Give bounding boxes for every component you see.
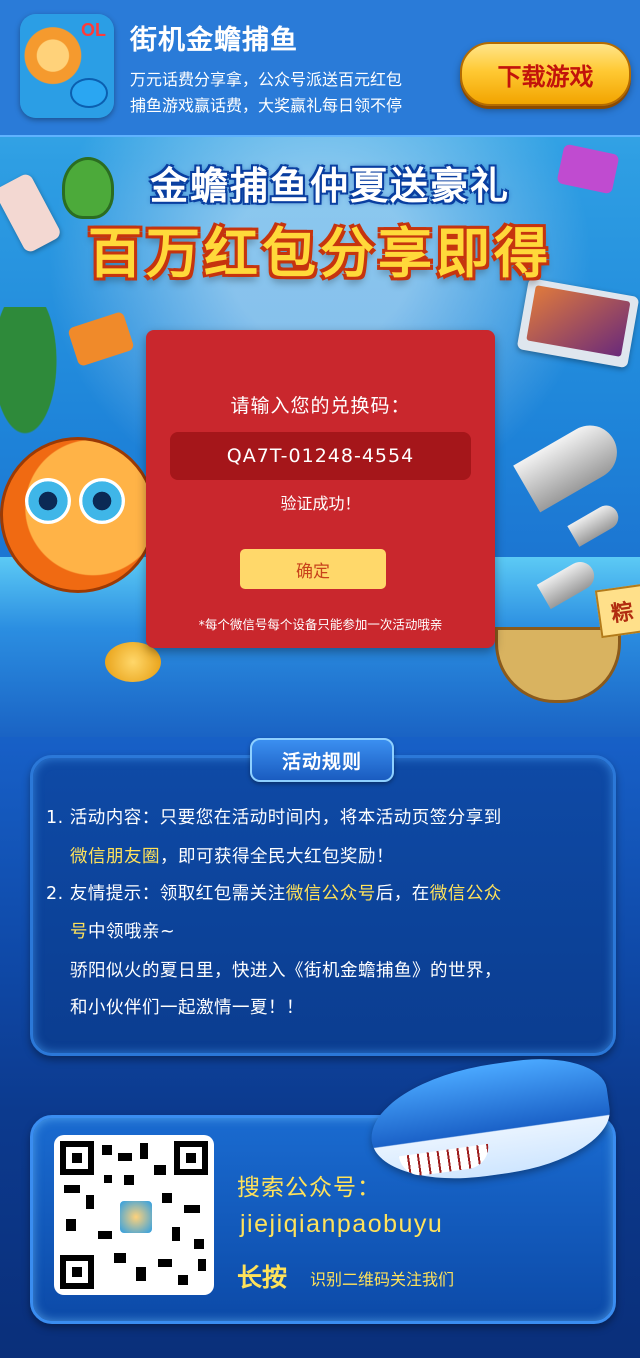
qr-module: [162, 1193, 172, 1203]
verify-status: 验证成功！: [280, 494, 361, 513]
official-account-id: jiejiqianpaobuyu: [240, 1210, 444, 1238]
rule-2-line-1: 2. 友情提示：领取红包需关注微信公众号后，在微信公众: [46, 880, 502, 905]
qr-finder-icon: [60, 1141, 94, 1175]
rule-3-line: 骄阳似火的夏日里，快进入《街机金蟾捕鱼》的世界，: [70, 961, 502, 981]
redeem-code-field[interactable]: QA7T-01248-4554: [170, 432, 471, 480]
qr-module: [102, 1145, 112, 1155]
qr-finder-icon: [174, 1141, 208, 1175]
follow-label: 搜索公众号：: [237, 1175, 381, 1201]
qr-module: [66, 1219, 76, 1231]
qr-module: [86, 1195, 94, 1209]
qr-module: [194, 1239, 204, 1249]
qr-module: [124, 1175, 134, 1185]
app-icon[interactable]: OL: [20, 14, 114, 118]
qr-module: [184, 1205, 200, 1213]
app-subtitle-1: 万元话费分享拿，公众号派送百元红包: [130, 70, 403, 89]
app-subtitle-2: 捕鱼游戏赢话费，大奖赢礼每日领不停: [130, 96, 403, 115]
qr-finder-icon: [60, 1255, 94, 1289]
top-banner: OL 街机金蟾捕鱼 万元话费分享拿，公众号派送百元红包 捕鱼游戏赢话费，大奖赢礼…: [0, 0, 640, 137]
confirm-button[interactable]: 确定: [240, 549, 386, 589]
rule-highlight: 微信朋友圈: [70, 847, 160, 867]
rule-highlight: 微信公众号: [285, 884, 376, 904]
rule-1-line-1: 1. 活动内容：只要您在活动时间内，将本活动页签分享到: [46, 804, 502, 829]
rule-4-line: 和小伙伴们一起激情一夏！！: [70, 998, 304, 1018]
redeem-panel: 请输入您的兑换码： QA7T-01248-4554 验证成功！ 确定 *每个微信…: [146, 330, 495, 648]
qr-module: [154, 1165, 166, 1175]
rule-text: ，即可获得全民大红包奖励！: [160, 847, 394, 867]
qr-instruction: 识别二维码关注我们: [310, 1270, 455, 1289]
rule-text: 后，在: [375, 884, 430, 904]
rule-highlight: 号: [70, 922, 88, 942]
rule-1-line-2: 微信朋友圈，即可获得全民大红包奖励！: [70, 843, 394, 868]
fish-icon: [70, 78, 108, 108]
qr-module: [158, 1259, 172, 1267]
hero-headline: 金蟾捕鱼仲夏送豪礼: [149, 164, 510, 208]
clownfish-mascot-icon: [0, 437, 156, 593]
rule-text: 1. 活动内容：只要您在活动时间内，将本活动页签分享到: [46, 808, 502, 828]
redeem-note: *每个微信号每个设备只能参加一次活动哦亲: [198, 617, 443, 632]
qr-module: [118, 1153, 132, 1161]
qr-code[interactable]: [54, 1135, 214, 1295]
qr-module: [98, 1231, 112, 1239]
download-game-button[interactable]: 下载游戏: [460, 42, 631, 106]
qr-module: [178, 1275, 188, 1285]
hero-subheadline: 百万红包分享即得: [88, 222, 552, 285]
page: OL 街机金蟾捕鱼 万元话费分享拿，公众号派送百元红包 捕鱼游戏赢话费，大奖赢礼…: [0, 0, 640, 1358]
fish-eye-icon: [79, 478, 125, 524]
qr-center-logo-icon: [118, 1199, 154, 1235]
rule-2-line-2: 号中领哦亲~: [70, 918, 175, 943]
qr-module: [104, 1175, 112, 1183]
fish-eye-icon: [25, 478, 71, 524]
qr-module: [172, 1227, 180, 1241]
qr-module: [140, 1143, 148, 1159]
qr-module: [114, 1253, 126, 1263]
app-icon-badge: OL: [81, 20, 106, 40]
rules-title: 活动规则: [250, 738, 394, 782]
qr-module: [64, 1185, 80, 1193]
app-title: 街机金蟾捕鱼: [130, 25, 298, 56]
gold-coin-icon: [105, 642, 161, 682]
zongzi-flag: 粽: [594, 583, 640, 639]
rule-highlight: 微信公众: [429, 884, 502, 904]
rule-text: 中领哦亲~: [88, 922, 176, 942]
qr-module: [136, 1267, 146, 1281]
redeem-prompt: 请输入您的兑换码：: [230, 395, 411, 417]
rule-text: 2. 友情提示：领取红包需关注: [46, 884, 286, 904]
qr-module: [198, 1259, 206, 1271]
long-press-label: 长按: [237, 1263, 288, 1292]
